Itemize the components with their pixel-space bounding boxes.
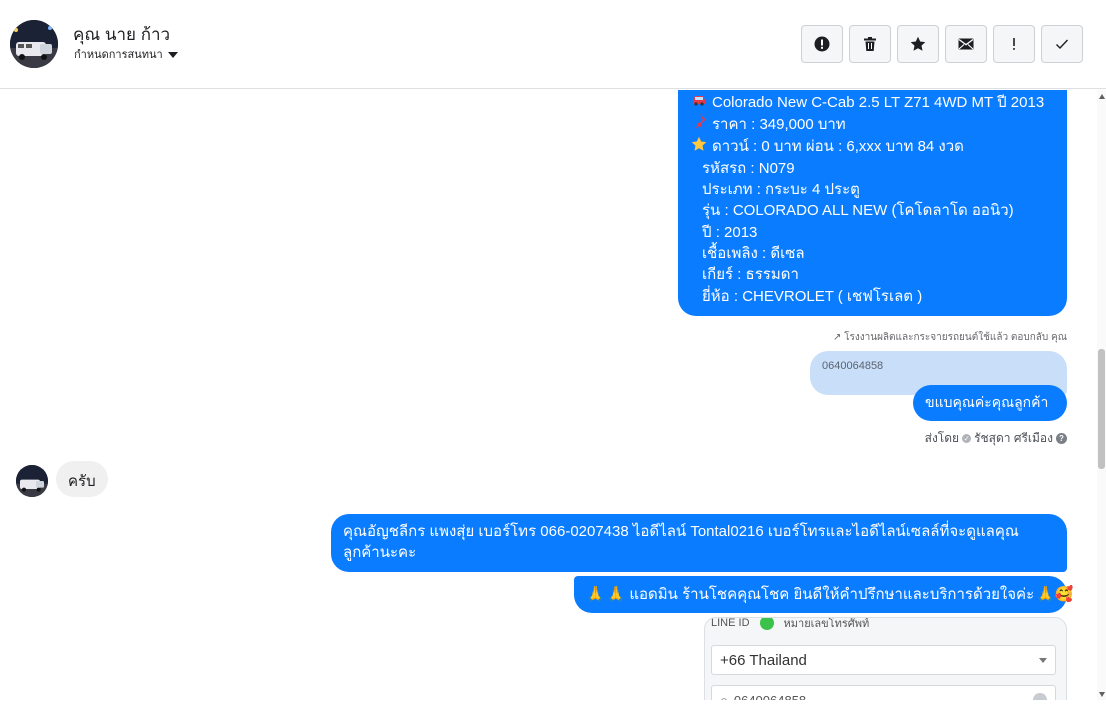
car-gear: เกียร์ : ธรรมดา [702,266,799,284]
mark-done-button[interactable] [1041,25,1083,63]
incoming-message[interactable]: ครับ [56,461,108,497]
email-button[interactable] [945,25,987,63]
conversation-label-dropdown[interactable]: กำหนดการสนทนา [74,45,178,63]
star-emoji-icon [690,136,708,158]
welcome-text: แอดมิน ร้านโชคคุณโชค ยินดีให้คำปรึกษาและ… [629,585,1035,603]
thread-scrollbar[interactable] [1097,90,1106,700]
car-listing-message[interactable]: Colorado New C-Cab 2.5 LT Z71 4WD MT ปี … [678,90,1067,316]
alert-circle-icon [814,36,830,52]
reply-note-text: โรงงานผลิตและกระจายรถยนต์ใช้แล้ว ตอบกลับ… [844,332,1067,343]
image-top-row: LINE ID หมายเลขโทรศัพท์ [711,617,870,632]
image-country-field: +66 Thailand [711,645,1056,675]
car-year: ปี : 2013 [702,223,758,241]
reply-note: ↗ โรงงานผลิตและกระจายรถยนต์ใช้แล้ว ตอบกล… [833,330,1067,345]
car-code: รหัสรถ : N079 [702,159,795,177]
car-brand: ยี่ห้อ : CHEVROLET ( เชฟโรเลต ) [702,287,923,305]
pray-icon-3: 🙏 [1036,585,1055,603]
image-line-id-label: LINE ID [711,617,750,629]
car-fuel: เชื้อเพลิง : ดีเซล [702,245,805,263]
message-thread[interactable]: Colorado New C-Cab 2.5 LT Z71 4WD MT ปี … [0,90,1106,700]
help-icon[interactable]: ? [1056,433,1067,444]
car-icon [690,92,708,113]
car-down-payment: ดาวน์ : 0 บาท ผ่อน : 6,xxx บาท 84 งวด [712,138,964,156]
car-price-line: ราคา : 349,000 บาท [690,113,1057,135]
car-down-line: ดาวน์ : 0 บาท ผ่อน : 6,xxx บาท 84 งวด [690,136,1057,158]
report-button[interactable] [801,25,843,63]
envelope-icon [958,38,974,50]
caret-down-icon [167,52,178,58]
image-phone-label: หมายเลขโทรศัพท์ [783,618,870,630]
image-country-value: +66 Thailand [720,651,807,669]
delete-button[interactable] [849,25,891,63]
pray-icon-2: 🙏 [606,585,626,603]
trash-icon [864,37,876,51]
image-phone-field: ○ 0640064858 [711,685,1056,700]
scroll-down-icon[interactable] [1099,692,1105,697]
car-title-line: Colorado New C-Cab 2.5 LT Z71 4WD MT ปี … [690,92,1057,113]
image-phone-value: 0640064858 [733,692,807,701]
pray-icon: 🙏 [586,585,605,603]
sender-name: รัชสุดา ศรีเมือง [974,431,1053,445]
sent-by-info: ส่งโดย ✓ รัชสุดา ศรีเมือง ? [925,429,1067,448]
sent-check-icon: ✓ [962,434,972,443]
clear-icon [1033,693,1047,700]
header-actions [801,25,1083,63]
agent-contact-message[interactable]: คุณอัญชลีกร แพงสุ่ย เบอร์โทร 066-0207438… [331,514,1067,572]
important-button[interactable] [993,25,1035,63]
image-attachment[interactable]: LINE ID หมายเลขโทรศัพท์ +66 Thailand ○ 0… [704,617,1067,700]
scroll-thumb[interactable] [1098,349,1105,469]
car-model: รุ่น : COLORADO ALL NEW (โคโดลาโด ออนิว) [702,202,1014,220]
sent-by-label: ส่งโดย [924,431,960,445]
check-circle-icon [759,618,774,630]
car-type: ประเภท : กระบะ 4 ประตู [702,181,860,199]
star-button[interactable] [897,25,939,63]
sender-avatar[interactable] [16,465,48,497]
star-icon [910,36,926,51]
scroll-up-icon[interactable] [1099,94,1105,99]
car-price: ราคา : 349,000 บาท [712,115,846,133]
exclamation-icon [1013,38,1015,50]
conversation-header: คุณ นาย ก้าว กำหนดการสนทนา [0,0,1106,89]
thanks-message[interactable]: ขแบคุณค่ะคุณลูกค้า [913,385,1067,421]
smiling-face-icon: 🥰 [1054,585,1074,603]
pushpin-icon [690,113,708,135]
contact-name[interactable]: คุณ นาย ก้าว [73,21,170,48]
welcome-message[interactable]: 🙏 🙏 แอดมิน ร้านโชคคุณโชค ยินดีให้คำปรึกษ… [574,576,1074,613]
checkmark-icon [1056,39,1069,50]
chat-app: คุณ นาย ก้าว กำหนดการสนทนา Colorado New … [0,0,1106,710]
search-icon: ○ [720,692,728,701]
conversation-label-text: กำหนดการสนทนา [74,49,163,61]
dropdown-caret-icon [1039,657,1047,663]
contact-avatar[interactable] [10,20,58,68]
reply-arrow-icon: ↗ [832,332,842,343]
car-title: Colorado New C-Cab 2.5 LT Z71 4WD MT ปี … [712,94,1045,111]
